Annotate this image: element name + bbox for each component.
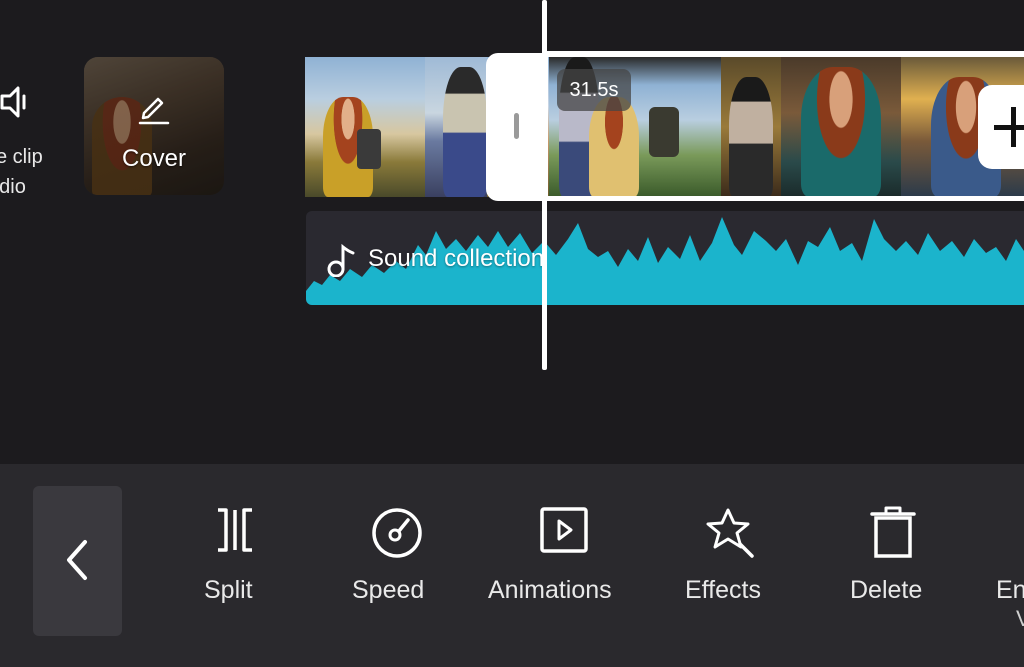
video-frame [721, 57, 781, 197]
audio-track-label: Sound collection [368, 245, 545, 272]
video-frame [781, 57, 901, 197]
delete-button[interactable]: Delete [846, 500, 946, 610]
video-frame [305, 57, 425, 197]
play-square-icon [540, 507, 588, 553]
music-note-icon [327, 243, 355, 277]
speed-button[interactable]: Speed [346, 500, 446, 610]
effects-button[interactable]: Effects [680, 500, 790, 610]
bottom-toolbar: Split Speed Animations Effects Delete En… [0, 464, 1024, 667]
cover-label: Cover [121, 145, 187, 172]
speed-icon [372, 508, 422, 558]
extra-tool-label: En [996, 576, 1024, 604]
clip-duration-badge: 31.5s [557, 69, 631, 111]
star-wand-icon [706, 508, 754, 558]
pencil-icon [138, 97, 170, 125]
extra-tool-button[interactable]: En V [990, 500, 1024, 631]
extra-tool-sublabel: V [1016, 606, 1024, 631]
mute-label-line1: e clip [0, 146, 43, 168]
selection-border-top [546, 51, 1024, 57]
split-label: Split [204, 576, 253, 604]
animations-label: Animations [488, 576, 612, 604]
chevron-left-icon [67, 540, 87, 580]
mute-label-line2: udio [0, 176, 26, 198]
timeline-area: e clip udio Cover [0, 0, 1024, 464]
playhead[interactable] [542, 0, 547, 370]
video-frame [425, 57, 487, 197]
trash-icon [870, 506, 916, 558]
back-button[interactable] [33, 486, 122, 636]
effects-label: Effects [685, 576, 761, 604]
speaker-icon [0, 86, 26, 118]
clip-trim-handle-left[interactable] [486, 53, 548, 201]
split-icon [218, 508, 252, 552]
audio-track[interactable]: Sound collection [306, 211, 1024, 305]
split-button[interactable]: Split [190, 500, 280, 610]
cover-button[interactable]: Cover [84, 57, 224, 195]
speed-label: Speed [352, 576, 425, 604]
animations-button[interactable]: Animations [484, 500, 644, 610]
selection-border-bottom [546, 196, 1024, 201]
delete-label: Delete [850, 576, 923, 604]
video-clip-strip[interactable] [305, 57, 1024, 197]
add-clip-button[interactable] [978, 85, 1024, 169]
